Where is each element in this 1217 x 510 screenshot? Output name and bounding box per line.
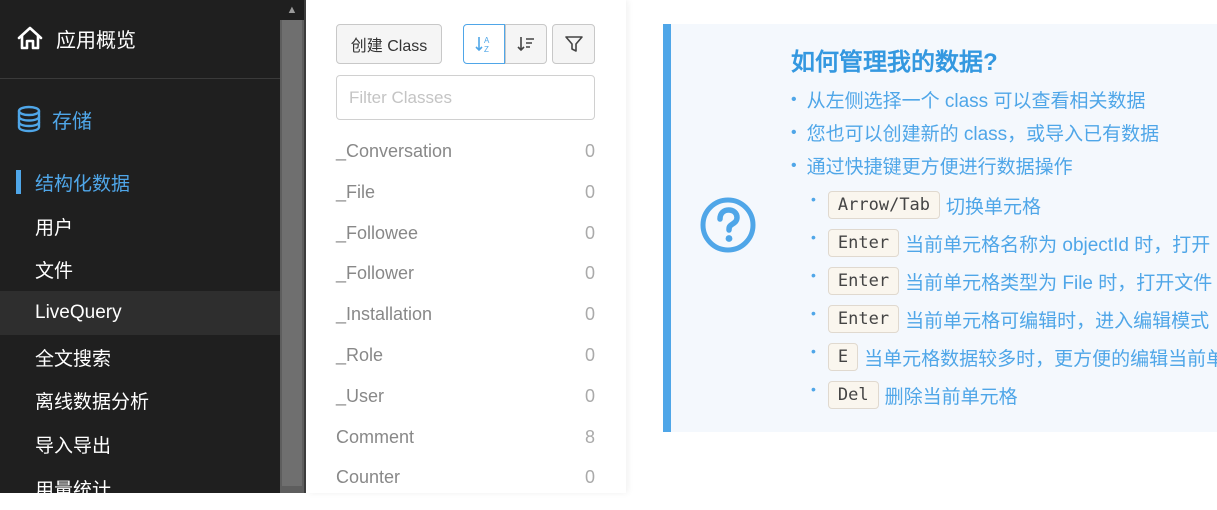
class-list-item[interactable]: _Followee 0 [336, 213, 595, 254]
class-name: Comment [336, 426, 415, 447]
class-count: 0 [584, 222, 595, 243]
sidebar-item-label: 用户 [35, 217, 74, 239]
svg-text:Z: Z [484, 45, 489, 54]
help-item-text: 从左侧选择一个 class 可以查看相关数据 [806, 91, 1146, 112]
sidebar-item-offline-analytics[interactable]: 离线数据分析 [0, 378, 280, 422]
class-count: 0 [584, 304, 595, 325]
sidebar-item-structured-data[interactable]: 结构化数据 [0, 160, 280, 204]
shortcut-item: • Enter 当前单元格可编辑时，进入编辑模式 [811, 305, 1210, 333]
create-class-button[interactable]: 创建 Class [336, 24, 442, 64]
class-list-item[interactable]: _File 0 [336, 172, 595, 213]
help-title: 如何管理我的数据? [791, 49, 998, 76]
sidebar-item-usage-stats[interactable]: 用量统计 [0, 466, 280, 510]
question-circle-icon [700, 197, 756, 253]
sidebar: 应用概览 存储 结构化数据 用户 文件 LiveQuery 全文搜索 离线数据分… [0, 0, 280, 501]
database-icon [17, 105, 41, 133]
class-name: _Followee [336, 222, 419, 243]
shortcut-item: • E 当单元格数据较多时，更方便的编辑当前单 [811, 340, 1217, 374]
help-panel: 如何管理我的数据? • 从左侧选择一个 class 可以查看相关数据 • 您也可以创… [663, 24, 1217, 432]
sidebar-item-label: 文件 [35, 260, 74, 282]
class-list-item[interactable]: _Conversation 0 [336, 131, 595, 172]
class-count: 0 [584, 141, 595, 161]
shortcut-key: Enter [827, 267, 900, 295]
class-name: Counter [336, 467, 401, 488]
shortcut-desc: 删除当前单元格 [884, 386, 1018, 408]
shortcut-key: Del [827, 381, 879, 409]
class-count: 0 [584, 385, 595, 406]
help-item-text: 通过快捷键更方便进行数据操作 [806, 157, 1073, 178]
sidebar-item-users[interactable]: 用户 [0, 204, 280, 248]
help-item: • 从左侧选择一个 class 可以查看相关数据 [791, 86, 1145, 113]
class-list-item[interactable]: Counter 0 [336, 457, 595, 498]
sidebar-item-label: 离线数据分析 [35, 391, 150, 413]
sidebar-item-label: LiveQuery [35, 302, 122, 323]
sidebar-item-label: 存储 [52, 110, 92, 133]
sidebar-item-label: 用量统计 [35, 479, 112, 501]
sort-lines-icon [517, 37, 534, 52]
sidebar-item-label: 全文搜索 [35, 348, 112, 370]
shortcut-desc: 当前单元格可编辑时，进入编辑模式 [905, 310, 1210, 332]
sidebar-divider [0, 78, 280, 79]
shortcut-desc: 当前单元格类型为 File 时，打开文件 [905, 272, 1213, 294]
sidebar-item-files[interactable]: 文件 [0, 247, 280, 291]
shortcut-item: • Enter 当前单元格名称为 objectId 时，打开 [811, 229, 1211, 257]
shortcut-item: • Arrow/Tab 切换单元格 [811, 191, 1042, 219]
class-list-item[interactable]: _Follower 0 [336, 253, 595, 294]
class-list-panel: 创建 Class A Z _Conversation0_File0_Follow… [306, 0, 626, 493]
sidebar-item-label: 结构化数据 [35, 173, 131, 195]
shortcut-desc: 当单元格数据较多时，更方便的编辑当前单 [864, 348, 1217, 370]
help-item: • 通过快捷键更方便进行数据操作 [791, 152, 1073, 179]
class-name: _Installation [336, 304, 433, 325]
svg-text:A: A [484, 36, 490, 45]
class-list-item[interactable]: _User 0 [336, 376, 595, 417]
class-name: _Follower [336, 263, 415, 284]
sidebar-item-label: 导入导出 [35, 435, 112, 457]
home-icon [17, 26, 43, 50]
sidebar-item-import-export[interactable]: 导入导出 [0, 422, 280, 466]
shortcut-item: • Del 删除当前单元格 [811, 381, 1018, 409]
shortcut-item: • Enter 当前单元格类型为 File 时，打开文件 [811, 267, 1213, 295]
sidebar-item-label: 应用概览 [56, 29, 136, 52]
help-item: • 您也可以创建新的 class，或导入已有数据 [791, 119, 1159, 146]
class-name: _File [336, 181, 376, 202]
shortcut-desc: 切换单元格 [946, 196, 1042, 218]
class-name: _User [336, 385, 385, 406]
scroll-up-arrow-icon[interactable]: ▲ [280, 0, 304, 20]
help-item-text: 您也可以创建新的 class，或导入已有数据 [806, 124, 1160, 145]
shortcut-key: Arrow/Tab [827, 191, 941, 219]
sort-alpha-button[interactable]: A Z [463, 24, 505, 64]
class-count: 0 [584, 181, 595, 202]
scrollbar-thumb[interactable] [282, 20, 302, 486]
class-list-item[interactable]: Comment 8 [336, 417, 595, 458]
class-count: 8 [584, 426, 595, 447]
sort-count-button[interactable] [505, 24, 547, 64]
class-name: _Role [336, 345, 384, 365]
sort-alpha-icon: A Z [475, 36, 490, 54]
shortcut-desc: 当前单元格名称为 objectId 时，打开 [905, 234, 1211, 256]
filter-button[interactable] [552, 24, 595, 64]
class-name: _Conversation [336, 141, 453, 161]
shortcut-key: Enter [827, 305, 900, 333]
shortcut-key: Enter [827, 229, 900, 257]
class-count: 0 [584, 345, 595, 365]
class-count: 0 [584, 467, 595, 488]
sidebar-item-overview[interactable]: 应用概览 [16, 20, 136, 56]
class-count: 0 [584, 263, 595, 284]
sidebar-item-livequery[interactable]: LiveQuery [0, 291, 280, 335]
class-list-item[interactable]: _Installation 0 [336, 294, 595, 335]
filter-icon [564, 36, 583, 52]
filter-classes-input[interactable] [336, 75, 595, 120]
class-list-item[interactable]: _Role 0 [336, 335, 595, 376]
shortcut-key: E [827, 343, 859, 371]
sidebar-item-storage[interactable]: 存储 [16, 102, 92, 136]
sidebar-item-fulltext-search[interactable]: 全文搜索 [0, 335, 280, 379]
